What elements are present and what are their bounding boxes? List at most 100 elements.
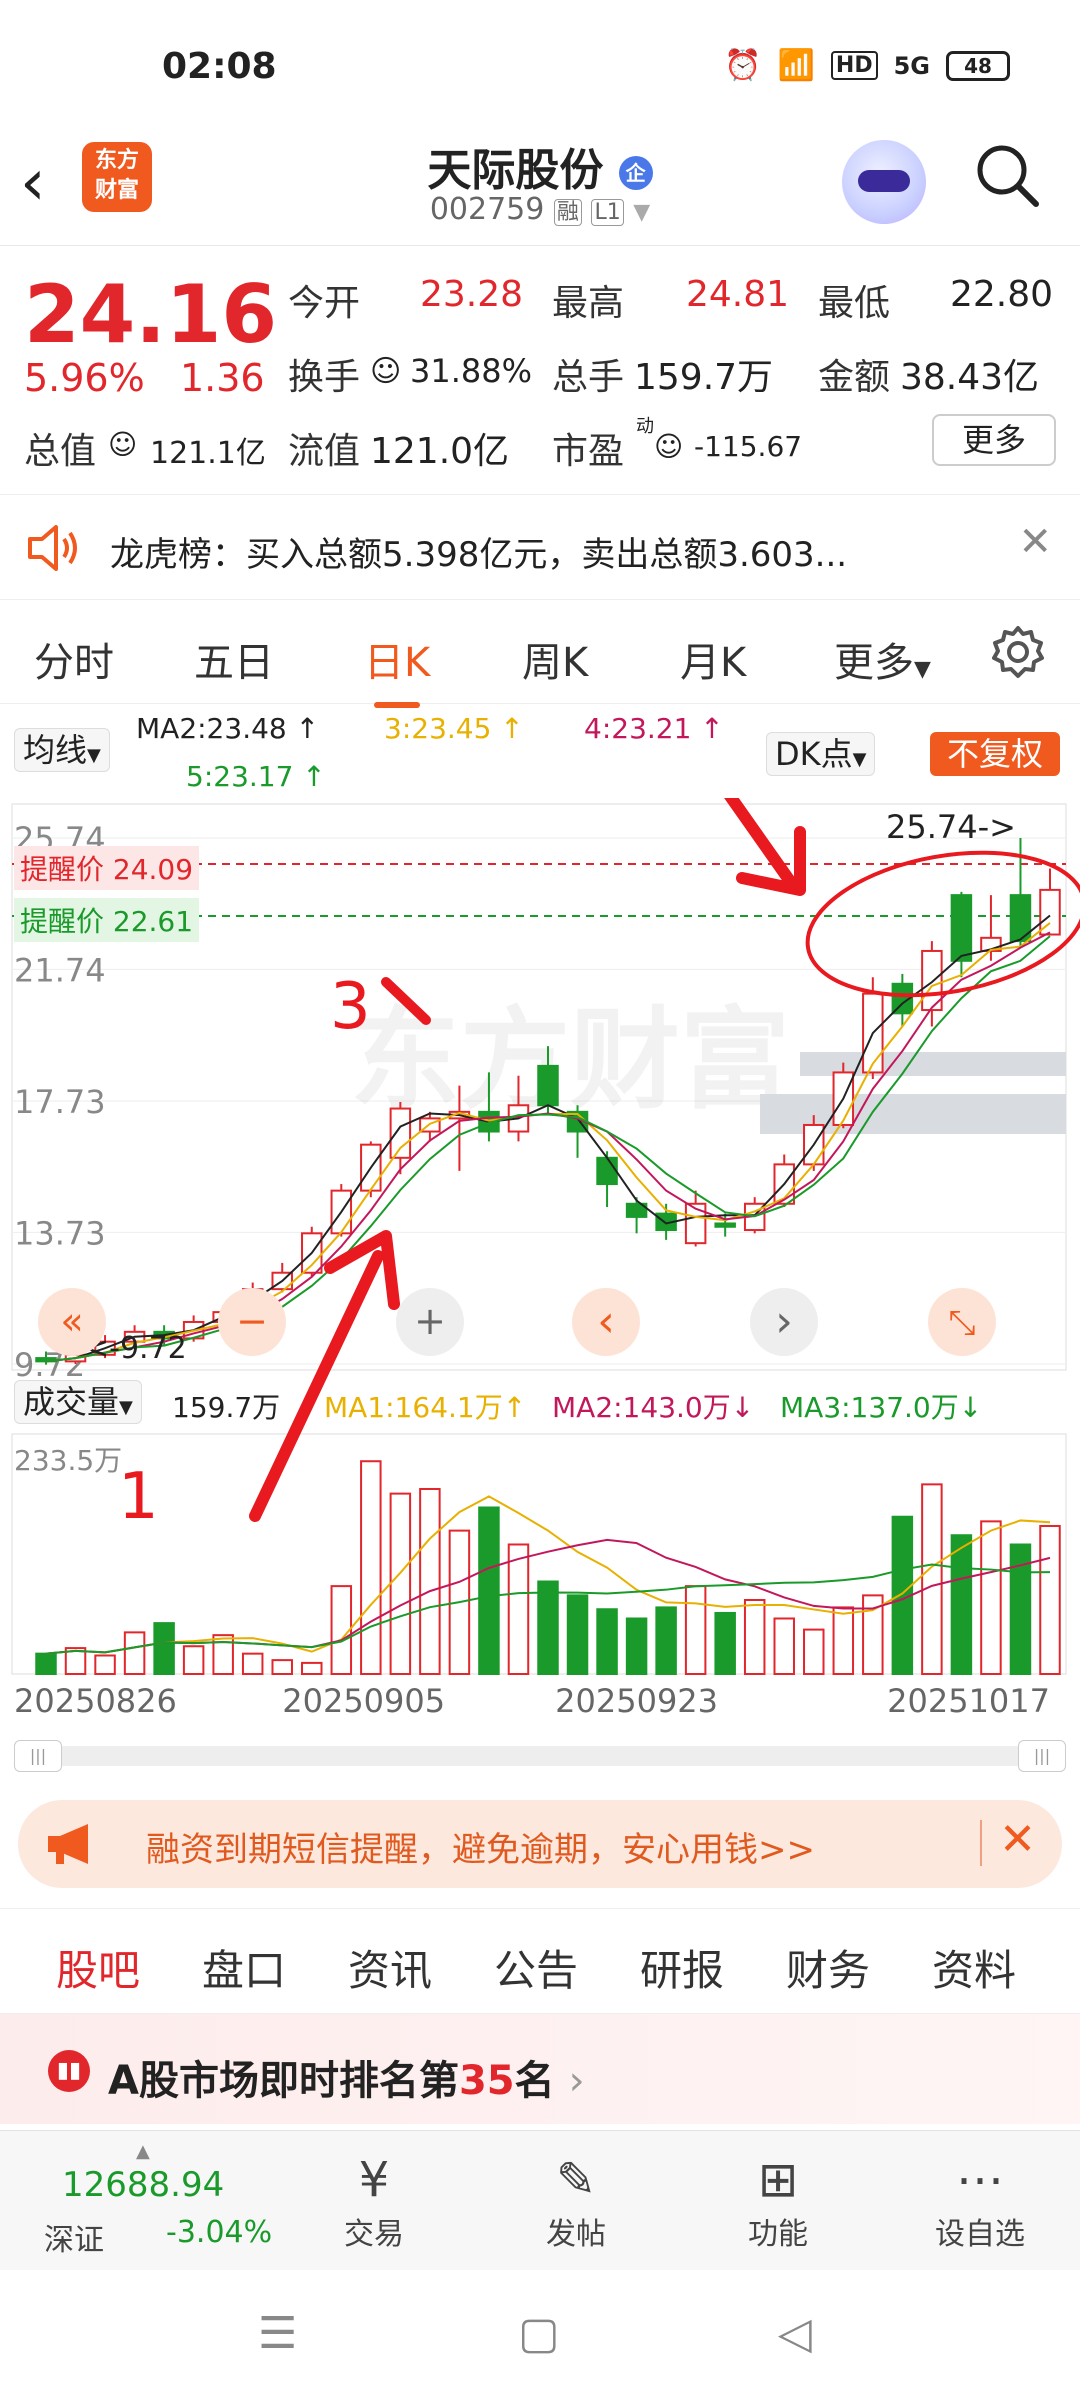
low-label: 最低 — [818, 283, 891, 324]
tab-orderbook[interactable]: 盘口 — [202, 1937, 286, 1998]
volume-bar — [714, 1611, 736, 1676]
volume-bar — [684, 1585, 707, 1676]
amount-value: 38.43亿 — [900, 357, 1040, 398]
trade-button[interactable]: ¥ 交易 — [304, 2151, 444, 2253]
volume-bar — [35, 1652, 57, 1675]
volume-bar — [921, 1483, 943, 1675]
info-icon[interactable]: ☺ — [654, 430, 683, 463]
y-tick-label: 21.74 — [14, 951, 106, 989]
tab-profile[interactable]: 资料 — [932, 1937, 1016, 1998]
index-ticker[interactable]: ▲ 12688.94 深证 -3.04% — [16, 2141, 276, 2258]
tab-weekly-k[interactable]: 周K — [522, 630, 588, 688]
high-label: 最高 — [552, 283, 625, 324]
no-adjust-button[interactable]: 不复权 — [930, 732, 1060, 776]
kline-chart[interactable]: 东方财富 25.7421.7417.7313.739.72 25.74-> <-… — [0, 798, 1080, 1778]
tab-news[interactable]: 资讯 — [348, 1937, 432, 1998]
market-rank-banner[interactable]: ▮▮ A股市场即时排名第35名 › — [0, 2014, 1080, 2124]
gear-icon[interactable] — [988, 622, 1048, 682]
tab-five-day[interactable]: 五日 — [194, 630, 274, 688]
post-button[interactable]: ✎ 发帖 — [506, 2151, 646, 2253]
pe-value: -115.67 — [694, 430, 803, 463]
annotation-3: 3 — [330, 970, 371, 1044]
volume-bar — [419, 1487, 441, 1676]
expand-icon: ⤡ — [948, 1303, 975, 1343]
dk-point-select[interactable]: DK点▼ — [766, 732, 876, 776]
tab-intraday[interactable]: 分时 — [34, 630, 114, 688]
menu-icon[interactable]: ☰ — [258, 2308, 297, 2359]
indicator-select[interactable]: 成交量▼ — [14, 1380, 142, 1424]
caret-up-icon: ▲ — [136, 2141, 150, 2162]
caret-down-icon: ▼ — [914, 657, 931, 682]
alert-low-label[interactable]: 提醒价 22.61 — [14, 898, 200, 942]
search-icon[interactable] — [974, 142, 1040, 208]
tab-announcements[interactable]: 公告 — [494, 1937, 578, 1998]
close-icon[interactable]: ✕ — [1018, 519, 1052, 565]
level-tag: L1 — [591, 199, 624, 226]
info-icon[interactable]: ☺ — [108, 428, 137, 461]
volume-bar — [360, 1460, 382, 1675]
ma5-legend: 5:23.17 ↑ — [186, 760, 326, 793]
hd-icon: HD — [830, 51, 878, 80]
caret-down-icon: ▼ — [87, 745, 101, 766]
scroll-handle-right[interactable]: ||| — [1018, 1740, 1066, 1772]
assistant-robot-icon[interactable] — [842, 140, 926, 224]
volume-bar — [389, 1492, 412, 1675]
tab-daily-k[interactable]: 日K — [364, 630, 430, 708]
tab-monthly-k[interactable]: 月K — [680, 630, 746, 688]
tab-research[interactable]: 研报 — [640, 1937, 724, 1998]
chevron-left-icon: ‹ — [597, 1296, 615, 1347]
volume-bar — [596, 1608, 618, 1676]
pe-dynamic-tag: 动 — [636, 416, 654, 437]
functions-button[interactable]: ⊞ 功能 — [708, 2151, 848, 2253]
scroll-handle-left[interactable]: ||| — [14, 1740, 62, 1772]
status-time: 02:08 — [162, 46, 277, 87]
change-amount: 1.36 — [180, 356, 265, 400]
close-icon[interactable]: ✕ — [999, 1814, 1036, 1865]
more-button[interactable]: 更多 — [932, 414, 1056, 466]
rank-chart-icon: ▮▮ — [48, 2050, 90, 2092]
megaphone-icon — [48, 1824, 88, 1864]
volume-bar — [212, 1634, 234, 1676]
more-dots-icon: ⋯ — [956, 2152, 1004, 2208]
chart-scrollbar[interactable] — [14, 1746, 1066, 1766]
margin-reminder-banner[interactable]: 融资到期短信提醒，避免逾期，安心用钱>> ✕ — [18, 1800, 1062, 1888]
open-label: 今开 — [288, 283, 361, 324]
candle-body — [537, 1064, 559, 1107]
back-triangle-icon[interactable]: ◁ — [778, 2308, 812, 2359]
float-label: 流值 — [288, 431, 361, 472]
home-icon[interactable]: ▢ — [518, 2308, 560, 2359]
status-bar: 02:08 ⏰ 📶 HD 5G 48 — [0, 0, 1080, 130]
signal-icon: 5G — [893, 51, 930, 80]
volume-bar — [153, 1622, 175, 1676]
plus-icon: + — [414, 1299, 446, 1343]
low-value: 22.80 — [950, 274, 1054, 315]
max-price-label: 25.74-> — [886, 808, 1016, 846]
notice-text: 龙虎榜：买入总额5.398亿元，卖出总额3.603... — [110, 535, 848, 575]
enterprise-badge: 企 — [618, 156, 653, 190]
rank-text: A股市场即时排名第35名 › — [108, 2058, 585, 2104]
y-tick-label: 13.73 — [14, 1214, 106, 1252]
vol-ma1-legend: MA1:164.1万↑ — [324, 1391, 527, 1424]
candle-body — [950, 894, 973, 962]
info-icon[interactable]: ☺ — [370, 354, 401, 389]
minus-icon: − — [236, 1299, 268, 1343]
tab-financials[interactable]: 财务 — [786, 1937, 870, 1998]
chevron-down-icon: ▼ — [633, 200, 651, 225]
add-watchlist-button[interactable]: ⋯ 设自选 — [910, 2151, 1050, 2253]
dragon-tiger-notice[interactable]: 龙虎榜：买入总额5.398亿元，卖出总额3.603... ✕ — [0, 494, 1080, 600]
candle-body — [596, 1156, 618, 1186]
volume-bar — [271, 1659, 293, 1676]
alert-high-label[interactable]: 提醒价 24.09 — [14, 846, 200, 890]
volume-bar — [803, 1628, 825, 1675]
tab-guba[interactable]: 股吧 — [56, 1937, 141, 2020]
vol-ma2-legend: MA2:143.0万↓ — [552, 1391, 755, 1424]
ma-select[interactable]: 均线▼ — [14, 728, 110, 772]
caret-down-icon: ▼ — [852, 749, 867, 770]
tab-more[interactable]: 更多▼ — [834, 630, 931, 688]
x-tick-label: 20250826 — [14, 1682, 177, 1720]
ma2-legend: MA2:23.48 ↑ — [136, 712, 320, 745]
grid-icon: ⊞ — [757, 2152, 799, 2208]
edit-icon: ✎ — [555, 2152, 597, 2208]
volume-bar — [301, 1661, 323, 1675]
pe-label: 市盈 — [552, 431, 625, 472]
